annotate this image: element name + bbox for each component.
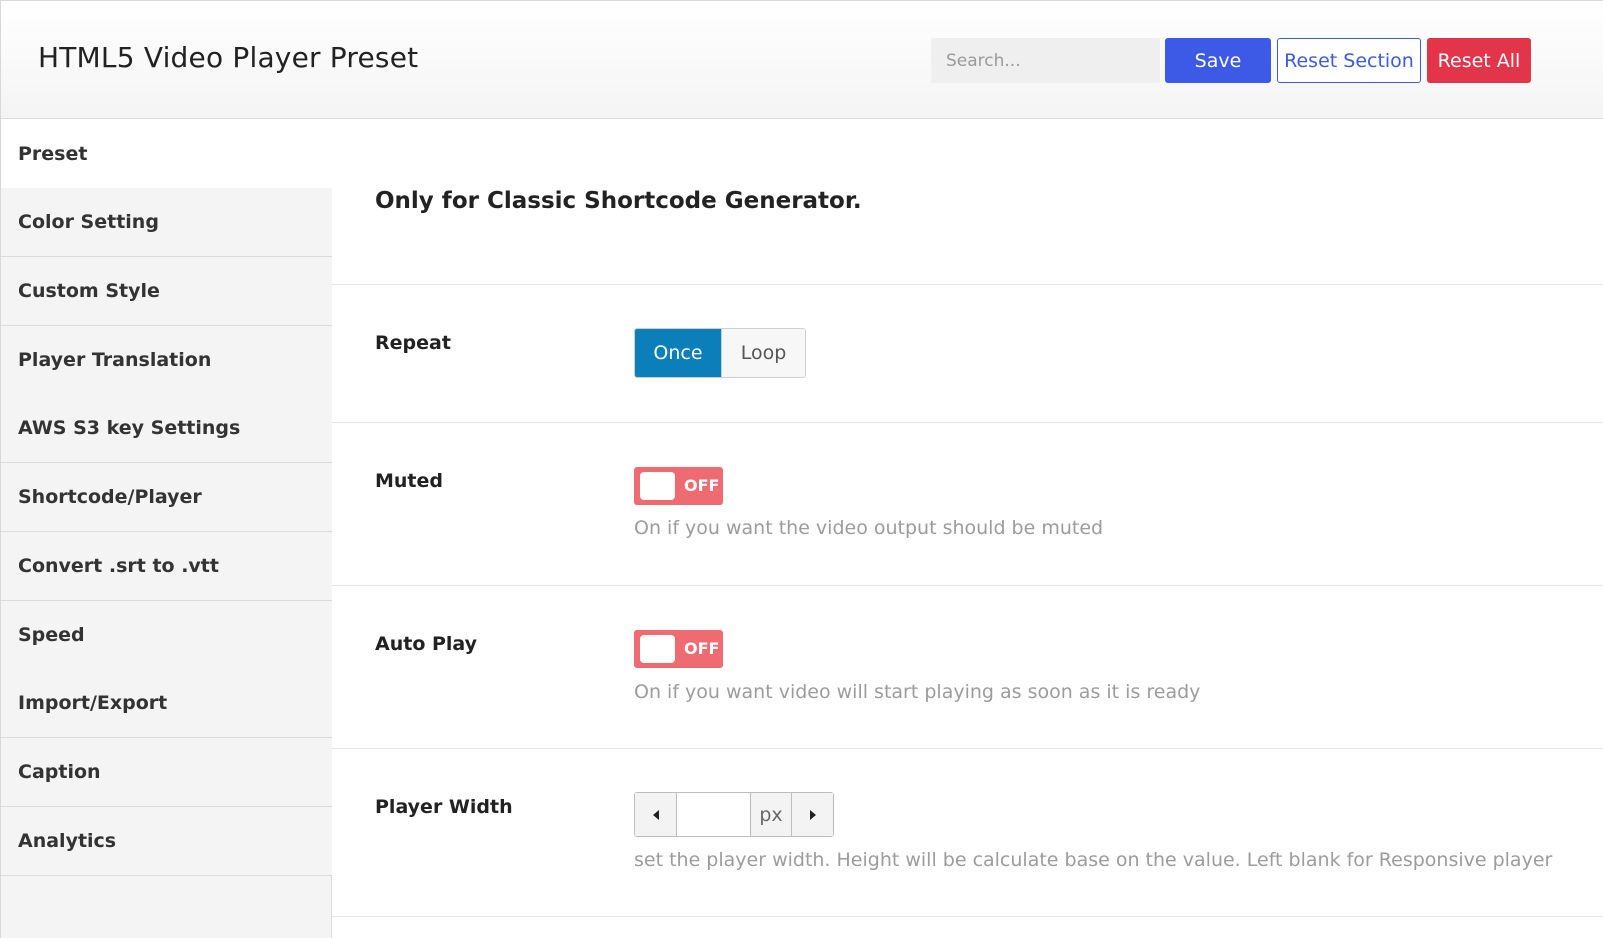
player-width-stepper: px (634, 792, 834, 837)
repeat-loop-option[interactable]: Loop (721, 329, 805, 377)
player-width-label: Player Width (375, 796, 513, 818)
repeat-label: Repeat (375, 332, 451, 354)
player-width-input[interactable] (677, 793, 750, 836)
divider (332, 284, 1603, 285)
divider (332, 916, 1603, 917)
player-width-help-text: set the player width. Height will be cal… (634, 849, 1553, 871)
divider (332, 585, 1603, 586)
sidebar-item-import-export[interactable]: Import/Export (1, 669, 332, 738)
sidebar-item-caption[interactable]: Caption (1, 738, 332, 807)
divider (332, 422, 1603, 423)
autoplay-help-text: On if you want video will start playing … (634, 681, 1201, 703)
page-header: HTML5 Video Player Preset Save Reset Sec… (1, 1, 1603, 119)
muted-toggle[interactable]: OFF (634, 467, 723, 505)
repeat-segmented-control: Once Loop (634, 328, 806, 378)
sidebar-item-preset[interactable]: Preset (1, 120, 333, 189)
muted-label: Muted (375, 470, 444, 492)
toggle-knob (640, 472, 675, 500)
sidebar-item-speed[interactable]: Speed (1, 601, 332, 670)
muted-help-text: On if you want the video output should b… (634, 517, 1104, 539)
increment-button[interactable] (791, 793, 833, 836)
sidebar-item-player-translation[interactable]: Player Translation (1, 326, 332, 395)
autoplay-label: Auto Play (375, 633, 478, 655)
toggle-state-text: OFF (684, 639, 720, 658)
decrement-button[interactable] (635, 793, 677, 836)
toggle-knob (640, 635, 675, 663)
reset-all-button[interactable]: Reset All (1427, 38, 1531, 83)
page-title: HTML5 Video Player Preset (38, 41, 419, 74)
toggle-state-text: OFF (684, 476, 720, 495)
sidebar-item-custom-style[interactable]: Custom Style (1, 257, 332, 326)
caret-left-icon (652, 809, 659, 820)
settings-panel: Only for Classic Shortcode Generator. Re… (332, 120, 1603, 938)
sidebar-item-shortcode-player[interactable]: Shortcode/Player (1, 463, 332, 532)
repeat-once-option[interactable]: Once (635, 329, 721, 377)
sidebar-item-convert-srt-to-vtt[interactable]: Convert .srt to .vtt (1, 532, 332, 601)
save-button[interactable]: Save (1165, 38, 1271, 83)
sidebar: Preset Color Setting Custom Style Player… (1, 120, 333, 938)
sidebar-item-aws-s3-key-settings[interactable]: AWS S3 key Settings (1, 394, 332, 463)
divider (332, 748, 1603, 749)
caret-right-icon (809, 809, 816, 820)
search-input[interactable] (931, 38, 1160, 83)
sidebar-item-color-setting[interactable]: Color Setting (1, 188, 332, 257)
unit-label: px (750, 793, 791, 836)
section-title: Only for Classic Shortcode Generator. (375, 188, 862, 214)
sidebar-item-analytics[interactable]: Analytics (1, 807, 332, 876)
autoplay-toggle[interactable]: OFF (634, 630, 723, 668)
reset-section-button[interactable]: Reset Section (1277, 38, 1421, 83)
